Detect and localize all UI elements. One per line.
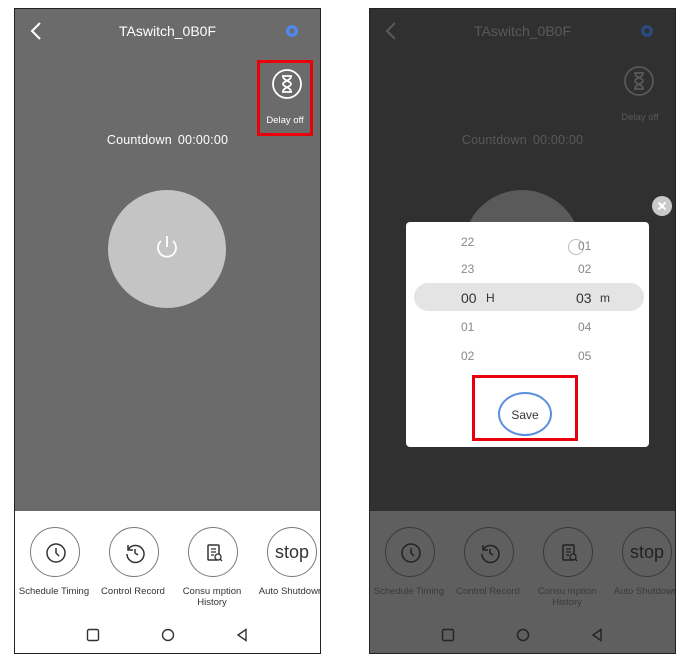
minute-option[interactable]: 01	[578, 239, 591, 253]
minute-option[interactable]: 02	[578, 262, 591, 276]
minute-option[interactable]: 04	[578, 320, 591, 334]
system-nav-bar	[370, 615, 675, 653]
back-nav-icon[interactable]	[589, 627, 605, 643]
minute-selected[interactable]: 03	[576, 290, 592, 306]
control-record-button: Control Record	[450, 527, 526, 627]
auto-shutdown-button[interactable]: stop Auto Shutdown	[253, 527, 321, 627]
hour-option[interactable]: 22	[461, 235, 474, 249]
receipt-icon	[543, 527, 593, 577]
minute-option[interactable]: 05	[578, 349, 591, 363]
clock-icon	[30, 527, 80, 577]
hour-selected[interactable]: 00	[461, 290, 477, 306]
minute-unit: m	[600, 291, 610, 305]
close-icon	[657, 201, 667, 211]
function-label: Control Record	[101, 586, 165, 597]
consumption-history-button[interactable]: Consu mption History	[174, 527, 250, 627]
system-nav-bar	[15, 615, 320, 653]
countdown-readout: Countdown 00:00:00	[15, 133, 320, 147]
power-icon	[157, 236, 177, 258]
save-button[interactable]: Save	[498, 392, 552, 436]
countdown-label: Countdown	[461, 133, 527, 147]
function-bar: Schedule Timing Control Record Consu mpt…	[370, 511, 676, 653]
hour-option[interactable]: 01	[461, 320, 474, 334]
top-bar: TAswitch_0B0F	[370, 9, 675, 53]
function-bar: Schedule Timing Control Record Consu mpt…	[15, 511, 321, 653]
recent-apps-icon[interactable]	[85, 627, 101, 643]
close-picker-button[interactable]	[652, 196, 672, 216]
auto-shutdown-button: stop Auto Shutdown	[608, 527, 676, 627]
top-bar: TAswitch_0B0F	[15, 9, 320, 53]
function-label: Auto Shutdown	[613, 586, 676, 597]
settings-icon	[639, 23, 655, 39]
schedule-timing-button: Schedule Timing	[371, 527, 447, 627]
stop-text: stop	[274, 542, 310, 562]
countdown-label: Countdown	[106, 133, 172, 147]
history-icon	[109, 527, 159, 577]
delay-off-button: Delay off	[612, 60, 668, 136]
function-label: Consu mption History	[537, 586, 597, 608]
hourglass-icon	[271, 68, 303, 100]
function-label: Auto Shutdown	[258, 586, 321, 597]
power-button[interactable]	[108, 190, 226, 308]
hour-option[interactable]: 02	[461, 349, 474, 363]
hour-unit: H	[486, 291, 495, 305]
function-label: Control Record	[456, 586, 520, 597]
receipt-icon	[188, 527, 238, 577]
device-title: TAswitch_0B0F	[119, 23, 216, 39]
save-label: Save	[511, 408, 539, 422]
phone-screen-picker: TAswitch_0B0F Delay off Countdown 00:00:0…	[369, 8, 676, 654]
back-nav-icon[interactable]	[234, 627, 250, 643]
schedule-timing-button[interactable]: Schedule Timing	[16, 527, 92, 627]
delay-off-button[interactable]: Delay off	[257, 60, 313, 136]
phone-screen-main: TAswitch_0B0F Delay off Countdown 00:00:0…	[14, 8, 321, 654]
clock-icon	[385, 527, 435, 577]
stop-text: stop	[629, 542, 665, 562]
device-title: TAswitch_0B0F	[474, 23, 571, 39]
function-label: Schedule Timing	[18, 586, 90, 597]
device-screen: TAswitch_0B0F Delay off Countdown 00:00:0…	[15, 9, 320, 511]
stop-circle: stop	[622, 527, 672, 577]
settings-icon[interactable]	[284, 23, 300, 39]
hour-option[interactable]: 23	[461, 262, 474, 276]
function-label: Consu mption History	[182, 586, 242, 608]
countdown-value: 00:00:00	[177, 133, 229, 147]
hourglass-icon	[623, 65, 655, 97]
stop-circle: stop	[267, 527, 317, 577]
countdown-readout: Countdown 00:00:00	[370, 133, 675, 147]
recent-apps-icon[interactable]	[440, 627, 456, 643]
history-icon	[464, 527, 514, 577]
control-record-button[interactable]: Control Record	[95, 527, 171, 627]
delay-off-label: Delay off	[266, 115, 304, 126]
home-icon[interactable]	[160, 627, 176, 643]
function-label: Schedule Timing	[373, 586, 445, 597]
stage: TAswitch_0B0F Delay off Countdown 00:00:0…	[0, 0, 676, 654]
delay-off-label: Delay off	[621, 112, 659, 123]
countdown-value: 00:00:00	[532, 133, 584, 147]
home-icon[interactable]	[515, 627, 531, 643]
consumption-history-button: Consu mption History	[529, 527, 605, 627]
